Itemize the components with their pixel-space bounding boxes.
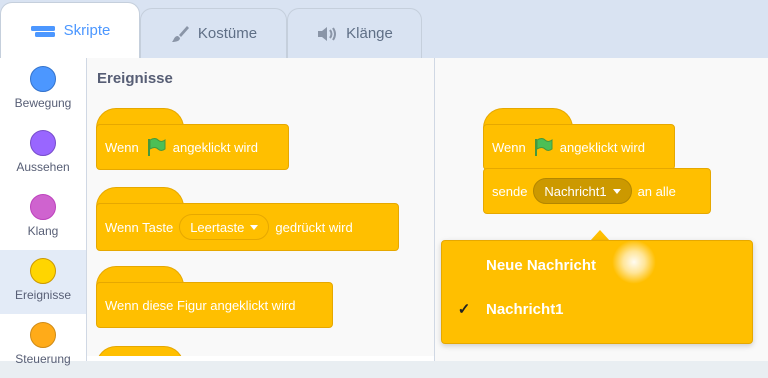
message-dropdown-menu: Neue Nachricht ✓ Nachricht1 bbox=[441, 240, 753, 344]
menu-item-message1[interactable]: ✓ Nachricht1 bbox=[442, 289, 752, 329]
menu-item-new-message[interactable]: Neue Nachricht bbox=[442, 245, 752, 285]
category-label: Steuerung bbox=[15, 352, 71, 366]
looks-category-icon bbox=[30, 130, 56, 156]
green-flag-icon bbox=[147, 138, 166, 156]
category-motion[interactable]: Bewegung bbox=[0, 58, 86, 122]
menu-item-label: Neue Nachricht bbox=[486, 256, 597, 274]
tab-label: Klänge bbox=[346, 25, 393, 42]
category-control[interactable]: Steuerung bbox=[0, 314, 86, 378]
control-category-icon bbox=[30, 322, 56, 348]
motion-category-icon bbox=[30, 66, 56, 92]
palette-scroll-edge bbox=[87, 356, 434, 361]
tab-scripts[interactable]: Skripte bbox=[0, 2, 140, 58]
tab-label: Skripte bbox=[63, 22, 111, 39]
cursor-highlight bbox=[612, 240, 656, 284]
block-text: Wenn diese Figur angeklickt wird bbox=[105, 297, 296, 313]
events-category-icon bbox=[30, 258, 56, 284]
dropdown-value: Nachricht1 bbox=[544, 183, 607, 199]
when-sprite-clicked-block[interactable]: Wenn diese Figur angeklickt wird bbox=[96, 282, 333, 328]
category-menu: Bewegung Aussehen Klang Ereignisse Steue… bbox=[0, 58, 87, 366]
block-text: Wenn Taste bbox=[105, 219, 174, 235]
green-flag-icon bbox=[534, 138, 553, 156]
category-label: Klang bbox=[27, 224, 59, 238]
block-text: angeklickt wird bbox=[559, 139, 645, 155]
message-dropdown[interactable]: Nachricht1 bbox=[533, 178, 632, 204]
workspace-when-flag-clicked-block[interactable]: Wenn angeklickt wird bbox=[483, 124, 675, 170]
category-label: Ereignisse bbox=[14, 288, 72, 302]
checkmark-icon: ✓ bbox=[457, 301, 471, 318]
palette-section-title: Ereignisse bbox=[97, 70, 173, 87]
tab-costumes[interactable]: Kostüme bbox=[140, 8, 287, 58]
block-palette: Ereignisse Wenn angeklickt wird Wenn Tas… bbox=[87, 58, 435, 361]
speaker-icon bbox=[318, 26, 337, 41]
code-icon bbox=[30, 25, 55, 37]
category-events[interactable]: Ereignisse bbox=[0, 250, 86, 314]
chevron-down-icon bbox=[250, 224, 259, 230]
block-text: an alle bbox=[637, 183, 676, 199]
broadcast-block[interactable]: sende Nachricht1 an alle bbox=[483, 168, 711, 214]
tab-sounds[interactable]: Klänge bbox=[287, 8, 422, 58]
category-label: Bewegung bbox=[14, 96, 72, 110]
block-text: sende bbox=[492, 183, 528, 199]
menu-item-label: Nachricht1 bbox=[486, 300, 564, 318]
chevron-down-icon bbox=[612, 188, 621, 194]
block-text: angeklickt wird bbox=[172, 139, 258, 155]
dropdown-value: Leertaste bbox=[190, 219, 245, 235]
brush-icon bbox=[171, 25, 189, 42]
block-text: Wenn bbox=[105, 139, 139, 155]
block-text: Wenn bbox=[492, 139, 526, 155]
category-sound[interactable]: Klang bbox=[0, 186, 86, 250]
category-label: Aussehen bbox=[16, 160, 70, 174]
block-text: gedrückt wird bbox=[275, 219, 353, 235]
when-key-pressed-block[interactable]: Wenn Taste Leertaste gedrückt wird bbox=[96, 203, 399, 251]
sound-category-icon bbox=[30, 194, 56, 220]
when-flag-clicked-block[interactable]: Wenn angeklickt wird bbox=[96, 124, 289, 170]
key-dropdown[interactable]: Leertaste bbox=[179, 214, 270, 240]
tab-label: Kostüme bbox=[197, 25, 258, 42]
editor-tab-bar: Skripte Kostüme Klänge bbox=[0, 0, 768, 58]
category-looks[interactable]: Aussehen bbox=[0, 122, 86, 186]
